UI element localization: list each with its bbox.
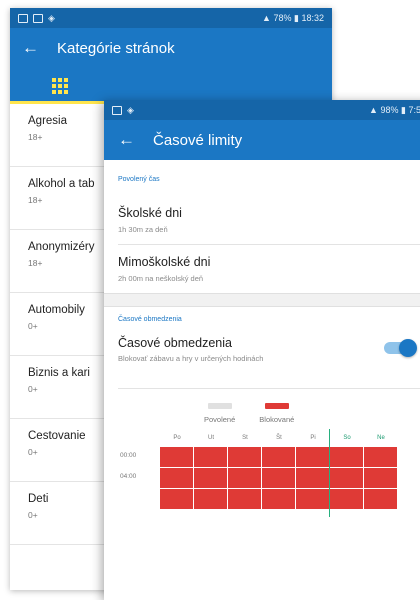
- tab-indicator: [10, 101, 106, 104]
- allowed-swatch: [207, 403, 232, 409]
- time-limits-subtitle: Blokovať zábavu a hry v určených hodinác…: [118, 354, 264, 363]
- schedule-cell[interactable]: [194, 489, 227, 509]
- section-gap: [104, 293, 420, 307]
- clock: 7:58: [408, 104, 420, 115]
- day-label: Št: [276, 435, 282, 441]
- schedule-cell[interactable]: [364, 447, 397, 467]
- signal-icon: ▲: [369, 104, 378, 115]
- time-limits-toggle[interactable]: [384, 339, 417, 357]
- battery-level: 78%: [273, 12, 292, 23]
- status-bar: ◈ ▲ 98% ▮ 7:58: [104, 100, 420, 120]
- schedule-grid[interactable]: 00:00 04:00: [120, 429, 420, 517]
- clock: 18:32: [301, 12, 324, 23]
- app-notification-icon: [33, 13, 43, 23]
- time-limits-screen: ◈ ▲ 98% ▮ 7:58 ← Časové limity Povolený …: [104, 100, 420, 600]
- schedule-cell[interactable]: [262, 489, 295, 509]
- schedule-row: [160, 489, 420, 510]
- schedule-row: 00:00: [120, 447, 420, 468]
- school-days-title: Školské dni: [118, 206, 182, 220]
- schedule-cell[interactable]: [194, 447, 227, 467]
- schedule-cell[interactable]: [160, 447, 193, 467]
- non-school-days-row[interactable]: Mimoškolské dni 2h 00m na neškolský deň: [104, 245, 420, 293]
- schedule-cell[interactable]: [296, 447, 329, 467]
- hour-label: 00:00: [120, 452, 137, 459]
- day-label: Ut: [208, 435, 214, 441]
- page-title: Kategórie stránok: [57, 39, 175, 57]
- toggle-knob: [399, 339, 417, 357]
- gallery-notification-icon: [18, 13, 28, 23]
- legend-allowed: Povolené: [204, 403, 235, 429]
- legend: Povolené Blokované: [104, 389, 420, 429]
- school-days-subtitle: 1h 30m za deň: [118, 225, 168, 234]
- legend-blocked-label: Blokované: [259, 415, 295, 424]
- schedule-cell[interactable]: [228, 468, 261, 488]
- limits-header: Časové obmedzenia: [118, 316, 182, 323]
- schedule-cell[interactable]: [160, 489, 193, 509]
- day-header: Po Ut St Št Pi So Ne: [160, 429, 420, 447]
- legend-allowed-label: Povolené: [204, 415, 236, 424]
- non-school-days-title: Mimoškolské dni: [118, 255, 211, 269]
- back-arrow-icon[interactable]: ←: [22, 38, 39, 58]
- schedule-cell[interactable]: [262, 468, 295, 488]
- weekend-divider: [329, 429, 330, 517]
- schedule-cell[interactable]: [364, 489, 397, 509]
- battery-icon: ▮: [401, 104, 406, 115]
- schedule-cell[interactable]: [228, 447, 261, 467]
- grid-tab-icon[interactable]: [52, 78, 68, 94]
- battery-icon: ▮: [294, 12, 299, 23]
- school-days-row[interactable]: Školské dni 1h 30m za deň: [104, 196, 420, 244]
- shield-notification-icon: ◈: [127, 104, 134, 115]
- schedule-cell[interactable]: [330, 468, 363, 488]
- schedule-cell[interactable]: [330, 447, 363, 467]
- app-bar: ← Časové limity: [104, 120, 420, 160]
- signal-icon: ▲: [262, 12, 271, 23]
- day-label: Pi: [310, 435, 316, 441]
- day-label: St: [242, 435, 248, 441]
- hour-label: 04:00: [120, 473, 137, 480]
- day-label: So: [343, 435, 351, 441]
- allowed-time-header: Povolený čas: [118, 176, 160, 183]
- schedule-cell[interactable]: [194, 468, 227, 488]
- schedule-cell[interactable]: [296, 489, 329, 509]
- schedule-cell[interactable]: [228, 489, 261, 509]
- day-label: Po: [173, 435, 181, 441]
- status-bar: ◈ ▲ 78% ▮ 18:32: [10, 8, 332, 28]
- shield-notification-icon: ◈: [48, 12, 55, 23]
- blocked-swatch: [264, 403, 289, 409]
- legend-blocked: Blokované: [259, 403, 294, 429]
- tab-bar: [10, 68, 332, 104]
- schedule-cell[interactable]: [330, 489, 363, 509]
- schedule-cell[interactable]: [160, 468, 193, 488]
- schedule-cell[interactable]: [262, 447, 295, 467]
- schedule-cell[interactable]: [296, 468, 329, 488]
- gallery-notification-icon: [112, 105, 122, 115]
- time-limits-title: Časové obmedzenia: [118, 336, 232, 350]
- schedule-row: 04:00: [120, 468, 420, 489]
- schedule-cell[interactable]: [364, 468, 397, 488]
- battery-level: 98%: [380, 104, 399, 115]
- day-label: Ne: [377, 435, 385, 441]
- time-limits-row[interactable]: Časové obmedzenia Blokovať zábavu a hry …: [104, 330, 420, 388]
- non-school-days-subtitle: 2h 00m na neškolský deň: [118, 274, 204, 283]
- page-title: Časové limity: [153, 131, 243, 149]
- back-arrow-icon[interactable]: ←: [118, 130, 135, 150]
- app-bar: ← Kategórie stránok: [10, 28, 332, 68]
